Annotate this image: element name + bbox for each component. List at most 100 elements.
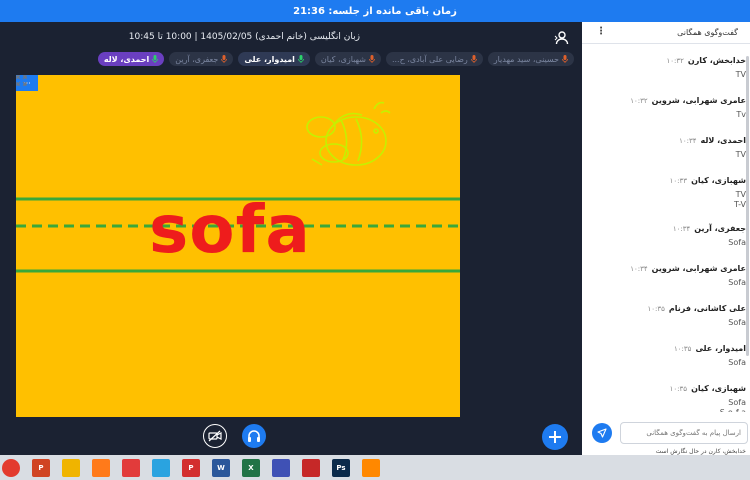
telegram-icon[interactable]	[152, 458, 170, 477]
taskbar-icon-glyph: Ps	[336, 463, 346, 472]
chat-message-header: عامری شهرابی، شروین۱۰:۳۴	[630, 264, 746, 273]
add-button[interactable]	[542, 424, 568, 450]
expand-icon[interactable]	[16, 75, 27, 86]
chat-message-text: TV	[735, 70, 746, 79]
chat-sender-name: عامری شهرابی، شروین	[651, 96, 746, 105]
participant-chip[interactable]: رضایی علی آبادی، ح...	[385, 52, 483, 66]
camera-off-icon	[208, 430, 222, 442]
excel-icon[interactable]: X	[242, 458, 260, 477]
classroom-main: زبان انگلیسی (خانم احمدی) 1405/02/05 | 1…	[0, 22, 582, 455]
session-header: زبان انگلیسی (خانم احمدی) 1405/02/05 | 1…	[0, 22, 582, 52]
participant-name: جعفری، آرین	[175, 54, 219, 64]
participant-chip[interactable]: شهبازی، کیان	[314, 52, 381, 66]
taskbar-icon-glyph: P	[188, 463, 194, 472]
chat-sender-name: شهبازی، کیان	[691, 176, 746, 185]
participant-chip[interactable]: احمدی، لاله	[97, 52, 165, 66]
app-icon[interactable]	[272, 458, 290, 477]
chat-message-header: شهبازی، کیان۱۰:۳۳	[670, 176, 746, 185]
chat-message-header: خدابخش، کارن۱۰:۳۲	[666, 56, 746, 65]
chat-message-time: ۱۰:۳۲	[630, 97, 648, 105]
chat-message: علی کاشانی، فرنام۱۰:۳۵ Sofa	[582, 304, 750, 344]
participant-name: حسینی، سید مهدیار	[493, 54, 559, 64]
chat-message-time: ۱۰:۳۴	[630, 265, 648, 273]
session-time-banner: زمان باقی مانده از جلسه: 21:36	[0, 0, 750, 22]
chat-sender-name: عامری شهرابی، شروین	[651, 264, 746, 273]
chat-message-header: امیدوار، علی۱۰:۳۵	[674, 344, 746, 353]
send-button[interactable]	[592, 423, 612, 443]
chat-message-text: Sofa	[728, 318, 746, 327]
send-icon	[597, 428, 607, 438]
chat-message-header: جعفری، آرین۱۰:۳۴	[673, 224, 746, 233]
taskbar-icon-glyph: W	[217, 463, 225, 472]
participants-icon[interactable]	[554, 30, 570, 46]
chat-header: گفت‌وگوی همگانی ⋮	[582, 22, 750, 44]
chat-sender-name: جعفری، آرین	[694, 224, 746, 233]
chat-message: عامری شهرابی، شروین۱۰:۳۴ Sofa	[582, 264, 750, 304]
firefox-icon[interactable]	[92, 458, 110, 477]
session-title: زبان انگلیسی (خانم احمدی) 1405/02/05 | 1…	[128, 32, 360, 42]
chat-message-time: ۱۰:۳۵	[674, 345, 692, 353]
chrome-icon[interactable]	[2, 458, 20, 477]
chat-input-row	[582, 420, 750, 446]
participant-chip[interactable]: امیدوار، علی	[238, 52, 310, 66]
chat-message: امیدوار، علی۱۰:۳۵ Sofa	[582, 344, 750, 384]
plus-icon	[549, 431, 561, 443]
chat-message-text: Sofa	[728, 278, 746, 287]
chat-sender-name: خدابخش، کارن	[687, 56, 746, 65]
chat-message-time: ۱۰:۳۵	[647, 305, 665, 313]
chat-sender-name: شهبازی، کیان	[691, 384, 746, 393]
participant-name: احمدی، لاله	[103, 54, 150, 64]
participant-name: رضایی علی آبادی، ح...	[391, 54, 468, 64]
anydesk-icon[interactable]	[122, 458, 140, 477]
mic-icon	[152, 55, 159, 63]
chat-message: جعفری، آرین۱۰:۳۴ Sofa	[582, 224, 750, 264]
board-word: sofa	[149, 191, 311, 268]
chat-message: شهبازی، کیان۱۰:۳۳ TV T-V	[582, 176, 750, 224]
chat-menu-icon[interactable]: ⋮	[596, 26, 606, 37]
participant-chip[interactable]: جعفری، آرین	[169, 52, 234, 66]
mic-off-icon	[470, 55, 477, 63]
file-explorer-icon[interactable]	[62, 458, 80, 477]
chat-scrollbar[interactable]	[746, 56, 749, 356]
word-icon[interactable]: W	[212, 458, 230, 477]
chat-sender-name: احمدی، لاله	[700, 136, 746, 145]
chat-message: خدابخش، کارن۱۰:۳۲ TV	[582, 56, 750, 96]
participant-name: شهبازی، کیان	[320, 54, 366, 64]
mic-icon	[298, 55, 304, 63]
chat-message: احمدی، لاله۱۰:۳۴ TV	[582, 136, 750, 176]
camera-toggle-button[interactable]	[203, 424, 227, 448]
chat-sender-name: علی کاشانی، فرنام	[668, 304, 746, 313]
chat-message-header: علی کاشانی، فرنام۱۰:۳۵	[647, 304, 746, 313]
chat-messages[interactable]: خدابخش، کارن۱۰:۳۲ TV عامری شهرابی، شروین۱۰…	[582, 56, 750, 412]
taskbar-icon-glyph: X	[248, 463, 254, 472]
mic-off-icon	[369, 55, 375, 63]
chat-message-time: ۱۰:۳۲	[666, 57, 684, 65]
participant-chip[interactable]: حسینی، سید مهدیار	[487, 52, 574, 66]
chat-input[interactable]	[620, 422, 748, 444]
chat-message-text: TV T-V	[733, 190, 746, 209]
chat-message-text: Tv	[736, 110, 746, 119]
taskbar-icon-glyph: P	[38, 463, 44, 472]
participant-name: امیدوار، علی	[244, 54, 295, 64]
chat-message-header: احمدی، لاله۱۰:۳۴	[679, 136, 746, 145]
powerpoint-icon[interactable]: P	[32, 458, 50, 477]
mic-off-icon	[221, 55, 228, 63]
chat-message-text: TV	[735, 150, 746, 159]
chat-message-text: Sofa	[728, 238, 746, 247]
chat-message-time: ۱۰:۳۴	[679, 137, 697, 145]
pdf-reader-icon[interactable]: P	[182, 458, 200, 477]
audio-button[interactable]	[242, 424, 266, 448]
chat-message: شهبازی، کیان۱۰:۳۵ Sofa S-o-f-a	[582, 384, 750, 412]
chat-message: عامری شهرابی، شروین۱۰:۳۲ Tv	[582, 96, 750, 136]
photoshop-icon[interactable]: Ps	[332, 458, 350, 477]
vlc-icon[interactable]	[362, 458, 380, 477]
chat-message-time: ۱۰:۳۳	[669, 177, 688, 185]
whiteboard[interactable]: ··· sofa	[16, 75, 460, 417]
chat-message-header: عامری شهرابی، شروین۱۰:۳۲	[630, 96, 746, 105]
typing-indicator: خدابخش، کارن در حال نگارش است	[655, 448, 746, 455]
headphones-icon	[248, 430, 260, 442]
time-remaining: زمان باقی مانده از جلسه: 21:36	[293, 5, 457, 17]
acrobat-icon[interactable]	[302, 458, 320, 477]
chat-panel: گفت‌وگوی همگانی ⋮ خدابخش، کارن۱۰:۳۲ TV عام…	[582, 22, 750, 455]
chat-message-text: Sofa S-o-f-a	[720, 398, 746, 412]
